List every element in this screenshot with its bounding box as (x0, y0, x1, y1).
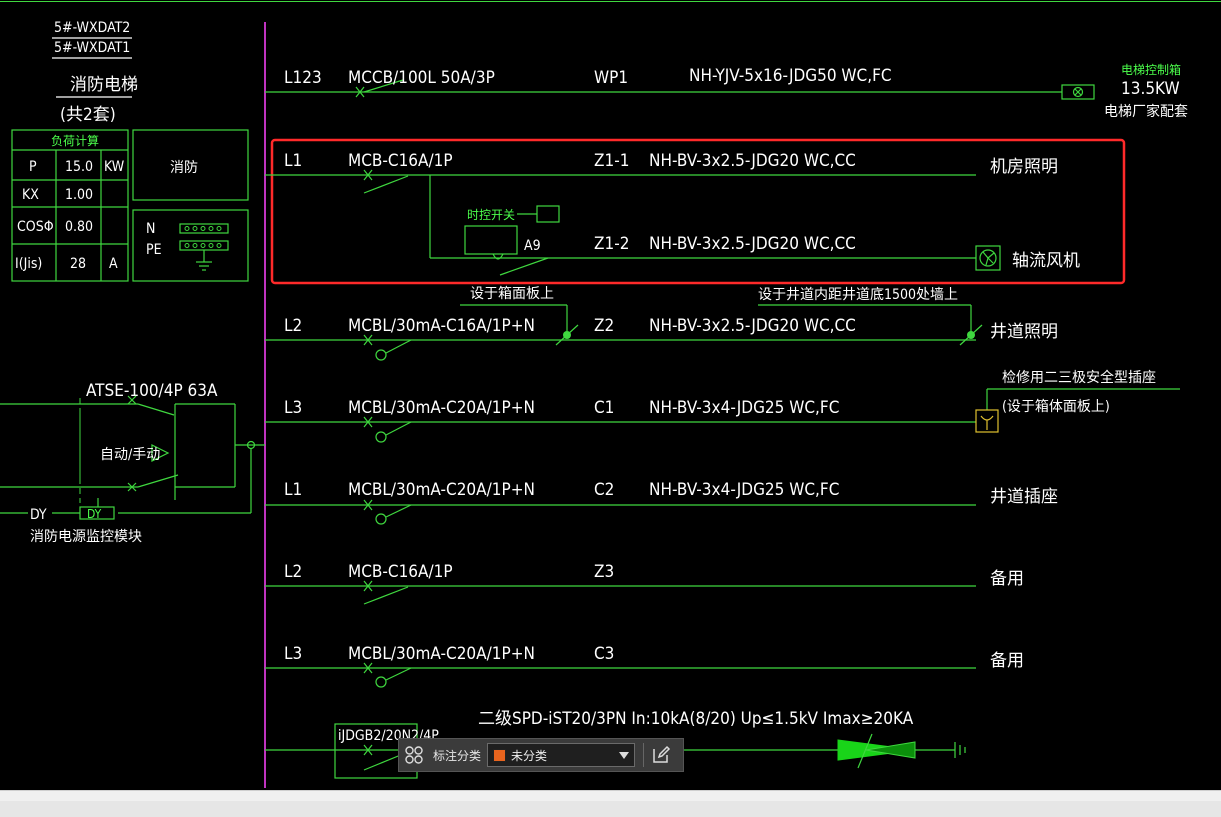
panel-id-2: 5#-WXDAT1 (54, 40, 130, 56)
circuit-c1-cable: NH-BV-3x4-JDG25 WC,FC (649, 398, 839, 418)
edit-icon (653, 745, 671, 763)
annotation-category-value: 未分类 (511, 748, 548, 763)
a9-label: A9 (524, 238, 541, 254)
circuit-z3-breaker: MCB-C16A/1P (348, 562, 453, 582)
pe-label: PE (146, 242, 162, 258)
load-value-kx: 1.00 (65, 187, 93, 203)
circuit-z3-phase: L2 (284, 562, 302, 582)
timer-switch-label: 时控开关 (467, 208, 515, 222)
load-param-i: I(Jis) (15, 256, 42, 272)
edit-annotation-button[interactable] (644, 739, 678, 771)
circuit-c3[interactable] (265, 662, 976, 688)
circuit-c2[interactable] (265, 499, 976, 525)
load-value-p: 15.0 (65, 159, 93, 175)
circuit-z1-1-cable: NH-BV-3x2.5-JDG20 WC,CC (649, 151, 856, 171)
panel-id-1: 5#-WXDAT2 (54, 20, 130, 36)
circuit-c3-phase: L3 (284, 644, 302, 664)
n-pe-terminal-box: N PE (132, 209, 249, 282)
load-param-kx: KX (22, 187, 39, 203)
grid-menu-icon[interactable] (399, 739, 429, 771)
load-param-cos: COSΦ (17, 219, 54, 235)
dy-line-label: DY (30, 507, 47, 523)
spd-label: 二级SPD-iST20/3PN In:10kA(8/20) Up≤1.5kV I… (478, 709, 914, 729)
circuit-c2-cable: NH-BV-3x4-JDG25 WC,FC (649, 480, 839, 500)
circuit-c1-id: C1 (594, 398, 614, 418)
circuit-c1-breaker: MCBL/30mA-C20A/1P+N (348, 398, 535, 418)
circuit-z1-1-phase: L1 (284, 151, 302, 171)
annotation-toolbar: 标注分类 未分类 (398, 738, 684, 772)
circuit-wp1-cable: NH-YJV-5x16-JDG50 WC,FC (689, 66, 892, 86)
circuit-c2-load: 井道插座 (990, 487, 1058, 507)
load-param-p: P (29, 159, 37, 175)
load-unit-i: A (109, 256, 118, 272)
circuit-z1-1-id: Z1-1 (594, 151, 629, 171)
circuit-z1-1-load: 机房照明 (990, 157, 1058, 177)
panel-count: (共2套) (60, 105, 116, 125)
circuit-c2-id: C2 (594, 480, 614, 500)
category-color-swatch (493, 748, 507, 762)
load-value-i: 28 (70, 256, 86, 272)
circuit-wp1-id: WP1 (594, 68, 628, 88)
panel-title: 消防电梯 (70, 75, 138, 95)
fire-power-monitor-label: 消防电源监控模块 (30, 529, 142, 545)
circuit-z3[interactable] (265, 580, 976, 605)
annotation-category-select[interactable]: 未分类 (487, 743, 636, 767)
circuit-z1-2-cable: NH-BV-3x2.5-JDG20 WC,CC (649, 234, 856, 254)
status-bar-track (0, 801, 1221, 817)
circuit-wp1-phase: L123 (284, 68, 322, 88)
load-unit-p: KW (104, 159, 125, 175)
circuit-wp1-breaker: MCCB/100L 50A/3P (348, 68, 495, 88)
load-value-cos: 0.80 (65, 219, 93, 235)
circuit-z2-cable: NH-BV-3x2.5-JDG20 WC,CC (649, 316, 856, 336)
chevron-down-icon[interactable] (619, 752, 630, 759)
fire-label: 消防 (170, 160, 198, 176)
circuit-z3-id: Z3 (594, 562, 614, 582)
circuit-z1-2-id: Z1-2 (594, 234, 629, 254)
load-table-title: 负荷计算 (51, 133, 99, 148)
annotation-category-label: 标注分类 (433, 748, 482, 763)
note-shaft: 设于井道内距井道底1500处墙上 (758, 287, 958, 303)
elevator-ctrl-power: 13.5KW (1121, 79, 1180, 99)
circuit-z1-1-breaker: MCB-C16A/1P (348, 151, 453, 171)
note-on-panel: 设于箱面板上 (470, 286, 554, 302)
status-bar (0, 790, 1221, 817)
elevator-ctrl-title: 电梯控制箱 (1121, 62, 1181, 77)
circuit-z2-breaker: MCBL/30mA-C16A/1P+N (348, 316, 535, 336)
circuit-c3-breaker: MCBL/30mA-C20A/1P+N (348, 644, 535, 664)
circuit-c3-id: C3 (594, 644, 614, 664)
circuit-c2-breaker: MCBL/30mA-C20A/1P+N (348, 480, 535, 500)
atse-mode-label: 自动/手动 (100, 447, 160, 463)
cad-drawing-canvas[interactable]: 5#-WXDAT2 5#-WXDAT1 消防电梯 (共2套) 负荷计算 P 15… (0, 0, 1221, 790)
dy-box-label: DY (87, 507, 102, 521)
circuit-c1-phase: L3 (284, 398, 302, 418)
circuit-z1-2-load: 轴流风机 (1012, 251, 1080, 271)
circuit-z2-phase: L2 (284, 316, 302, 336)
socket-note-1: 检修用二三极安全型插座 (1002, 369, 1156, 386)
socket-note-2: (设于箱体面板上) (1002, 399, 1110, 415)
load-calc-table: 负荷计算 P 15.0 KW KX 1.00 COSΦ 0.80 I(Jis) … (11, 129, 129, 282)
atse-label: ATSE-100/4P 63A (86, 381, 218, 401)
n-label: N (146, 221, 155, 237)
elevator-ctrl-note: 电梯厂家配套 (1104, 103, 1188, 120)
circuit-z2-load: 井道照明 (990, 322, 1058, 342)
circuit-c2-phase: L1 (284, 480, 302, 500)
circuit-c3-load: 备用 (990, 651, 1024, 671)
circuit-z3-load: 备用 (990, 569, 1024, 589)
circuit-z2-id: Z2 (594, 316, 614, 336)
